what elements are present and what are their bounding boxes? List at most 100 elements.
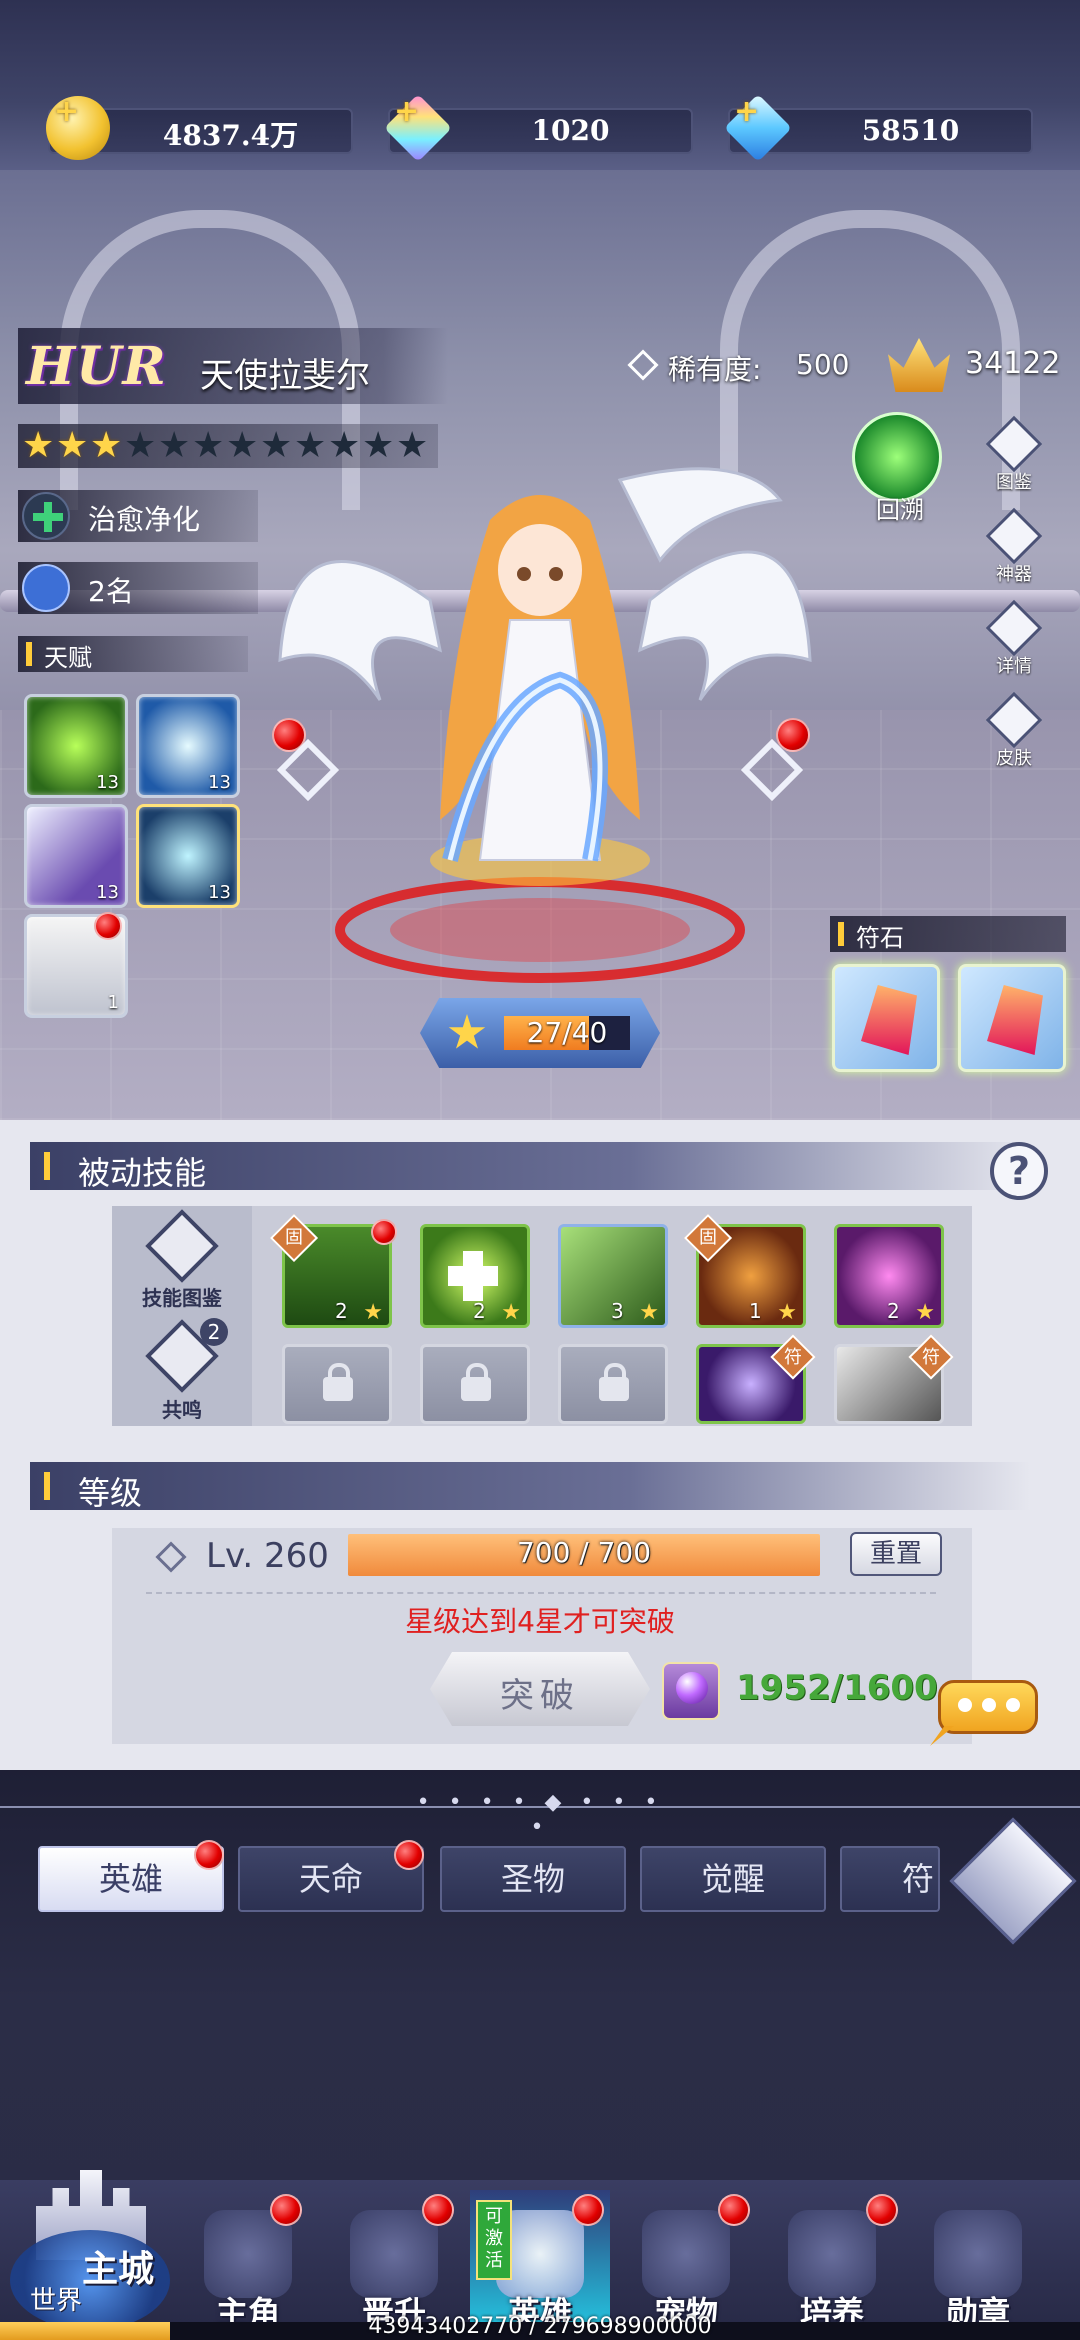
star-empty-icon: ★: [362, 425, 395, 466]
chat-bubble-icon[interactable]: [930, 1676, 1040, 1746]
notification-dot: [776, 718, 810, 752]
home-city-button[interactable]: 主城 世界: [10, 2130, 170, 2330]
rune-skill-slot-1[interactable]: 符: [696, 1334, 816, 1424]
activatable-tag: 可激活: [476, 2200, 512, 2280]
notification-dot: [718, 2194, 750, 2226]
star-empty-icon: ★: [226, 425, 259, 466]
skill-level: 1: [749, 1299, 762, 1323]
breakthrough-button[interactable]: 突破: [430, 1652, 650, 1726]
passive-skill-1[interactable]: 固 2 ★: [269, 1213, 397, 1328]
locked-slot[interactable]: [282, 1344, 392, 1424]
codex-icon: [985, 415, 1043, 473]
gold-value: 4837.4万: [162, 119, 299, 152]
notification-dot: [394, 1840, 424, 1870]
add-blue-gem-icon[interactable]: +: [734, 94, 759, 129]
talent-skill-4[interactable]: 13: [136, 804, 240, 908]
talent-level: 13: [96, 772, 119, 793]
rune-slot-2[interactable]: [958, 964, 1066, 1072]
details-button[interactable]: 详情: [980, 599, 1048, 677]
star-icon: ★: [777, 1300, 797, 1325]
artifact-icon: [985, 507, 1043, 565]
reset-button[interactable]: 重置: [850, 1532, 942, 1576]
rewind-icon[interactable]: [852, 412, 942, 502]
hero-class-label: 治愈净化: [88, 503, 201, 536]
hero-character[interactable]: [260, 440, 820, 1000]
world-label: 世界: [30, 2286, 83, 2316]
locked-slot[interactable]: [420, 1344, 530, 1424]
star-empty-icon: ★: [294, 425, 327, 466]
hero-name: 天使拉斐尔: [200, 356, 370, 396]
talent-skill-3[interactable]: 13: [24, 804, 128, 908]
star-empty-icon: ★: [124, 425, 157, 466]
talent-level: 13: [208, 772, 231, 793]
codex-button[interactable]: 图鉴: [980, 415, 1048, 493]
level-title: 等级: [78, 1474, 143, 1512]
skin-icon: [985, 691, 1043, 749]
star-icon: ★: [915, 1300, 935, 1325]
rainbow-gem-resource[interactable]: + 1020: [384, 94, 693, 162]
skill-level: 2: [335, 1299, 348, 1323]
hero-grade: HUR: [26, 336, 167, 397]
hero-rank[interactable]: 2名: [18, 562, 258, 614]
skill-codex-icon: [145, 1209, 219, 1283]
star-empty-icon: ★: [192, 425, 225, 466]
skin-label: 皮肤: [996, 748, 1032, 769]
details-icon: [985, 599, 1043, 657]
tab-relic[interactable]: 圣物: [440, 1846, 626, 1912]
add-rainbow-gem-icon[interactable]: +: [394, 94, 419, 129]
resonance-badge: 2: [200, 1318, 228, 1346]
passive-skill-5[interactable]: 2 ★: [834, 1224, 944, 1328]
talent-level: 13: [96, 882, 119, 903]
resonance-label: 共鸣: [162, 1398, 202, 1422]
add-gold-icon[interactable]: +: [54, 94, 79, 129]
artifact-label: 神器: [996, 564, 1032, 585]
rune-slot-1[interactable]: [832, 964, 940, 1072]
home-city-label: 主城: [82, 2248, 155, 2290]
rune-skill-slot-2[interactable]: 符: [834, 1334, 954, 1424]
hero-power: 34122: [965, 346, 1061, 381]
divider: [146, 1592, 936, 1594]
skill-codex-button[interactable]: 技能图鉴: [138, 1209, 226, 1310]
talent-level: 13: [208, 882, 231, 903]
talent-level: 1: [107, 992, 119, 1013]
notification-dot: [194, 1840, 224, 1870]
resonance-button[interactable]: 2 共鸣: [138, 1318, 228, 1422]
notification-dot: [422, 2194, 454, 2226]
artifact-button[interactable]: 神器: [980, 507, 1048, 585]
tab-rune[interactable]: 符文: [840, 1846, 940, 1912]
passive-skill-2[interactable]: 2 ★: [420, 1224, 530, 1328]
blue-gem-resource[interactable]: + 58510: [724, 94, 1033, 162]
hero-rank-label: 2名: [88, 575, 134, 608]
skill-level: 2: [887, 1299, 900, 1323]
notification-dot: [572, 2194, 604, 2226]
locked-slot[interactable]: [558, 1344, 668, 1424]
rainbow-gem-value: 1020: [531, 114, 610, 147]
notification-dot: [94, 912, 122, 940]
divider-ornament: • • • • ◆ • • • •: [416, 1790, 664, 1840]
tab-awaken[interactable]: 觉醒: [640, 1846, 826, 1912]
star-empty-icon: ★: [260, 425, 293, 466]
lock-icon: [599, 1363, 629, 1401]
passive-skill-4[interactable]: 固 1 ★: [683, 1213, 806, 1328]
star-icon: ★: [363, 1300, 383, 1325]
help-button[interactable]: ?: [990, 1142, 1048, 1200]
level-progress-text: 700 / 700: [516, 1536, 652, 1569]
skin-button[interactable]: 皮肤: [980, 691, 1048, 769]
level-progress-bar: 700 / 700: [348, 1534, 820, 1576]
train-icon: [788, 2210, 876, 2298]
rune-badge-label: 符: [922, 1347, 940, 1368]
star-filled-icon: ★: [56, 425, 89, 466]
breakthrough-warning: 星级达到4星才可突破: [405, 1605, 675, 1638]
blue-gem-value: 58510: [861, 114, 960, 147]
fixed-badge-label: 固: [285, 1227, 303, 1248]
rarity-label: 稀有度:: [668, 353, 762, 386]
red-rune-icon: [861, 985, 917, 1055]
skill-level: 2: [473, 1299, 486, 1323]
passive-skill-3[interactable]: 3 ★: [558, 1224, 668, 1328]
gold-resource[interactable]: + 4837.4万: [46, 94, 353, 160]
hero-class: 治愈净化: [18, 490, 258, 542]
notification-dot: [866, 2194, 898, 2226]
talent-skill-1[interactable]: 13: [24, 694, 128, 798]
talent-skill-2[interactable]: 13: [136, 694, 240, 798]
star-exp-bar[interactable]: 27/40: [420, 998, 660, 1068]
